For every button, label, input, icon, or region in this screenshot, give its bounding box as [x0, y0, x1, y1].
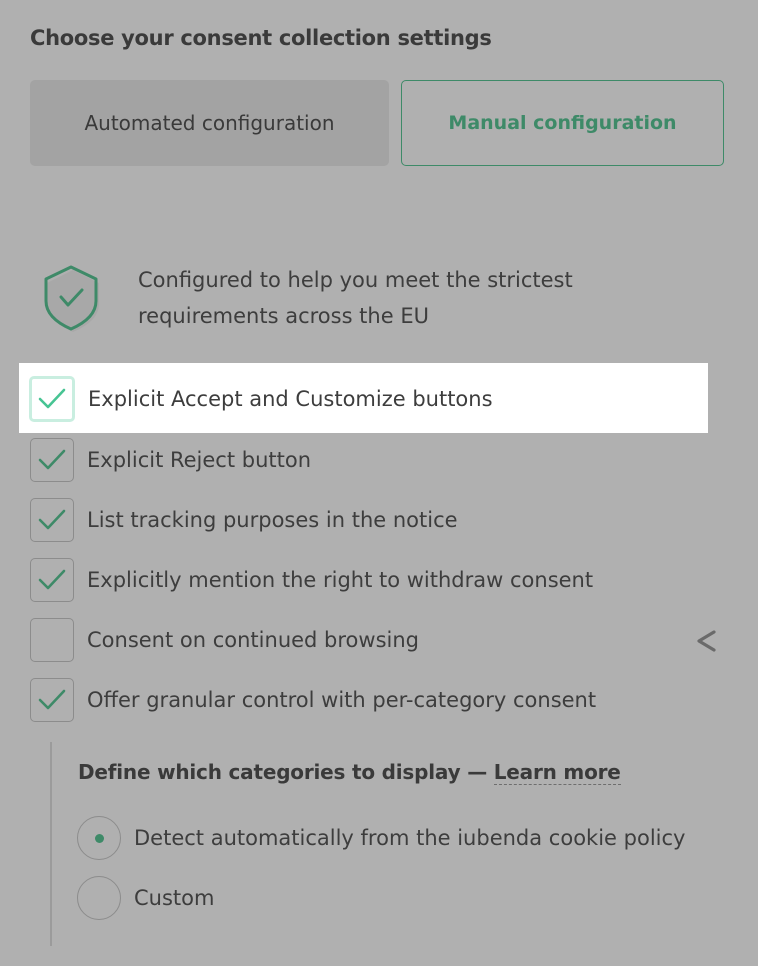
option-label: Explicitly mention the right to withdraw…	[87, 568, 594, 592]
tab-manual-configuration[interactable]: Manual configuration	[401, 80, 724, 166]
radio-option-custom[interactable]: Custom	[77, 875, 214, 921]
checkbox-continued-browsing[interactable]	[30, 618, 74, 662]
radio-selected-dot	[94, 833, 104, 843]
shield-check-icon	[44, 265, 99, 332]
checkbox-explicit-reject[interactable]	[30, 438, 74, 482]
option-label: Consent on continued browsing	[87, 628, 419, 652]
learn-more-link[interactable]: Learn more	[493, 760, 621, 785]
check-icon	[38, 449, 66, 470]
radio-custom[interactable]	[77, 876, 121, 920]
option-list-tracking-purposes[interactable]: List tracking purposes in the notice	[30, 497, 458, 543]
checkbox-right-to-withdraw[interactable]	[30, 558, 74, 602]
tab-automated-configuration[interactable]: Automated configuration	[30, 80, 389, 166]
radio-label: Detect automatically from the iubenda co…	[134, 826, 686, 850]
option-granular-control[interactable]: Offer granular control with per-category…	[30, 677, 596, 723]
checkbox-list-tracking-purposes[interactable]	[30, 498, 74, 542]
option-label: Explicit Accept and Customize buttons	[88, 387, 493, 411]
option-right-to-withdraw[interactable]: Explicitly mention the right to withdraw…	[30, 557, 593, 603]
option-label: Explicit Reject button	[87, 448, 312, 472]
check-icon	[38, 689, 66, 710]
categories-heading: Define which categories to display — Lea…	[78, 760, 621, 785]
radio-detect-automatically[interactable]	[77, 816, 121, 860]
subsection-divider	[50, 742, 52, 946]
option-explicit-reject[interactable]: Explicit Reject button	[30, 437, 311, 483]
page-heading: Choose your consent collection settings	[30, 26, 492, 50]
radio-option-detect-automatically[interactable]: Detect automatically from the iubenda co…	[77, 815, 685, 861]
chevron-left-icon[interactable]	[694, 627, 718, 655]
compliance-description: Configured to help you meet the strictes…	[138, 268, 573, 328]
option-label: List tracking purposes in the notice	[87, 508, 458, 532]
check-icon	[38, 569, 66, 590]
categories-heading-text: Define which categories to display —	[78, 760, 487, 784]
option-explicit-accept-customize[interactable]: Explicit Accept and Customize buttons	[29, 376, 493, 422]
check-icon	[38, 388, 66, 409]
checkbox-explicit-accept-customize[interactable]	[29, 376, 75, 422]
check-icon	[38, 509, 66, 530]
option-label: Offer granular control with per-category…	[87, 688, 597, 712]
checkbox-granular-control[interactable]	[30, 678, 74, 722]
option-continued-browsing[interactable]: Consent on continued browsing	[30, 617, 419, 663]
radio-label: Custom	[134, 886, 215, 910]
